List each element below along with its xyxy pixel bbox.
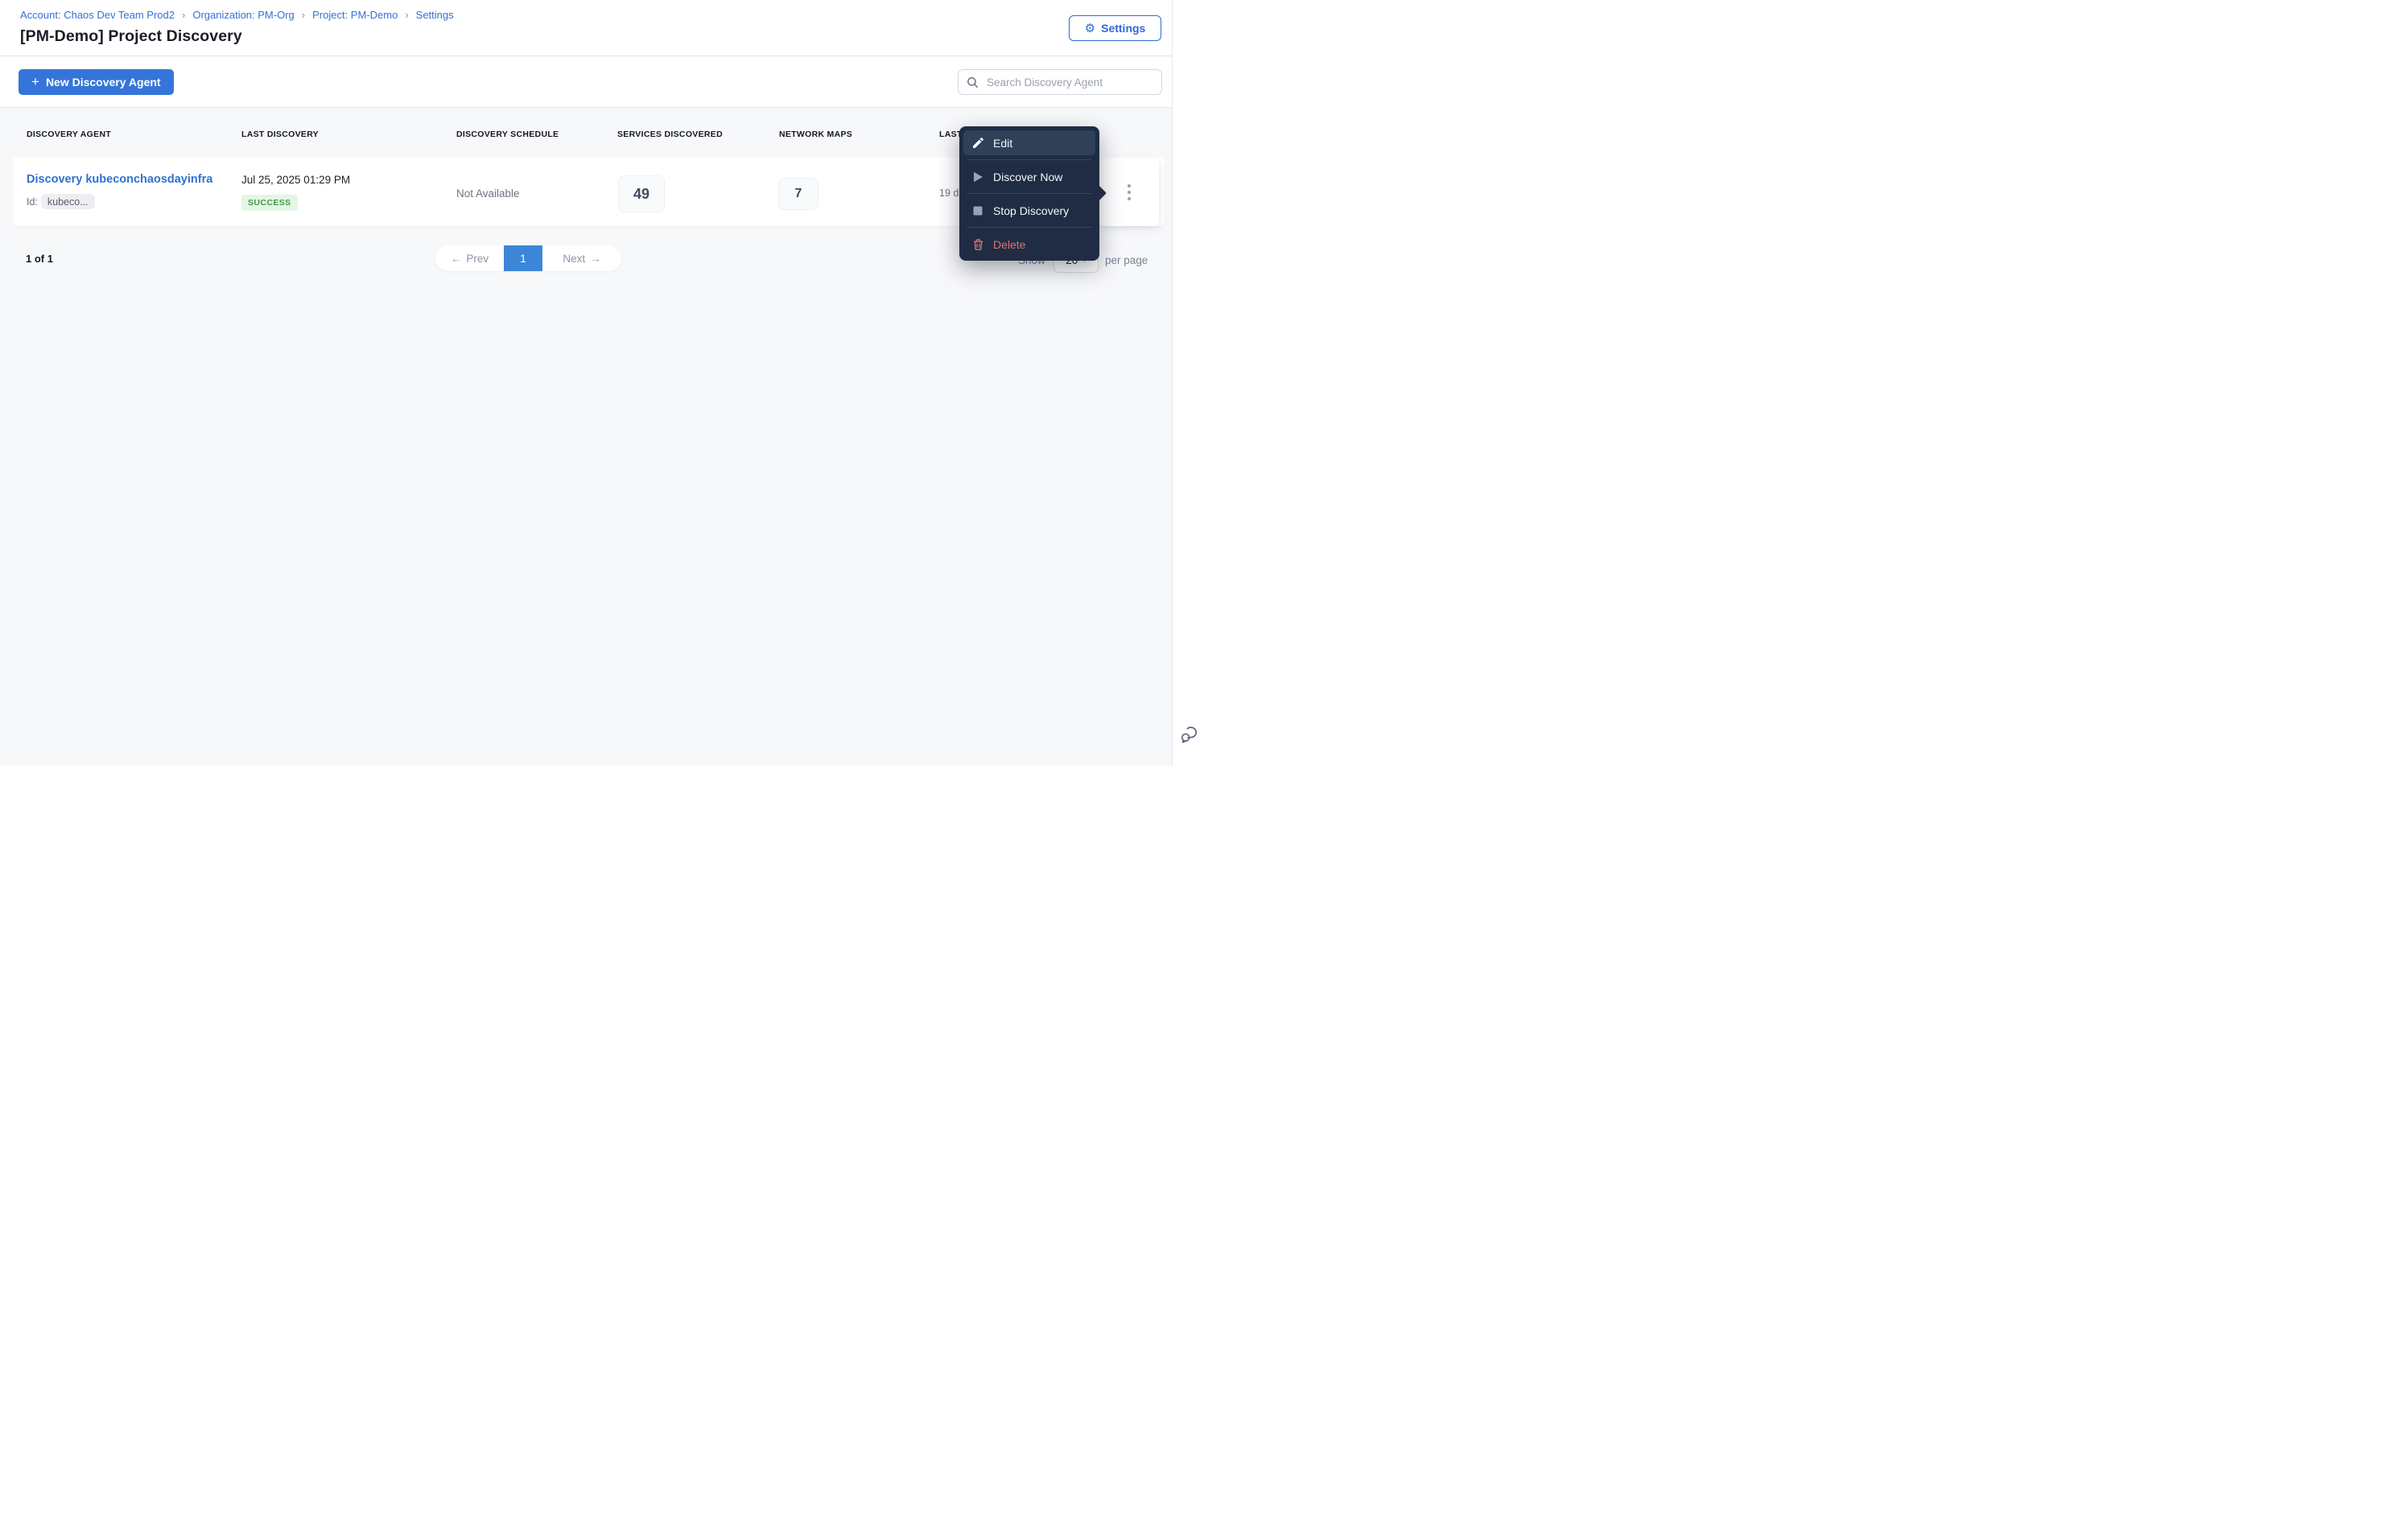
- right-side-strip: [1172, 0, 1204, 766]
- content-area: DISCOVERY AGENT LAST DISCOVERY DISCOVERY…: [0, 108, 1172, 766]
- pagination-control: ← Prev 1 Next →: [435, 245, 621, 271]
- menu-item-discover-now[interactable]: Discover Now: [963, 164, 1095, 189]
- toolbar: + New Discovery Agent: [0, 56, 1172, 108]
- last-discovery-date: Jul 25, 2025 01:29 PM: [241, 174, 351, 186]
- page-title: [PM-Demo] Project Discovery: [20, 27, 242, 45]
- network-maps-count[interactable]: 7: [778, 178, 818, 210]
- breadcrumb-separator-icon: ›: [405, 9, 409, 21]
- menu-item-stop-discovery[interactable]: Stop Discovery: [963, 198, 1095, 223]
- breadcrumb-separator-icon: ›: [181, 9, 186, 21]
- breadcrumb-project[interactable]: Project: PM-Demo: [312, 9, 398, 21]
- page-header: Account: Chaos Dev Team Prod2 › Organiza…: [0, 0, 1172, 56]
- discovery-schedule-value: Not Available: [456, 187, 520, 200]
- services-discovered-count[interactable]: 49: [618, 175, 665, 212]
- agent-id-chip[interactable]: kubeco...: [40, 194, 95, 209]
- menu-divider: [967, 227, 1091, 228]
- prev-page-button[interactable]: ← Prev: [435, 245, 504, 271]
- menu-item-delete[interactable]: Delete: [963, 232, 1095, 257]
- menu-item-delete-label: Delete: [993, 237, 1026, 251]
- plus-icon: +: [31, 74, 39, 89]
- pagination-summary: 1 of 1: [26, 253, 53, 265]
- breadcrumb-settings[interactable]: Settings: [416, 9, 454, 21]
- trash-icon: [971, 238, 984, 251]
- next-page-button[interactable]: Next →: [542, 245, 621, 271]
- menu-divider: [967, 159, 1091, 160]
- gear-icon: ⚙: [1084, 21, 1096, 35]
- agent-id-label: Id:: [27, 196, 38, 208]
- column-header-discovery-agent: DISCOVERY AGENT: [27, 130, 112, 139]
- menu-item-edit-label: Edit: [993, 136, 1013, 150]
- kebab-menu-icon: [1128, 184, 1131, 200]
- project-discovery-page: Account: Chaos Dev Team Prod2 › Organiza…: [0, 0, 1204, 766]
- per-page-label: per page: [1105, 254, 1148, 266]
- play-icon: [971, 171, 984, 183]
- next-label: Next: [563, 252, 586, 265]
- arrow-left-icon: ←: [450, 252, 462, 265]
- row-actions-button[interactable]: [1099, 159, 1159, 226]
- menu-item-edit[interactable]: Edit: [963, 130, 1095, 155]
- new-discovery-agent-label: New Discovery Agent: [45, 76, 161, 89]
- breadcrumb-account[interactable]: Account: Chaos Dev Team Prod2: [20, 9, 175, 21]
- breadcrumb-organization[interactable]: Organization: PM-Org: [192, 9, 294, 21]
- agent-id-line: Id: kubeco...: [27, 194, 95, 209]
- arrow-right-icon: →: [590, 252, 601, 265]
- agent-name-link[interactable]: Discovery kubeconchaosdayinfra: [27, 173, 212, 186]
- pencil-icon: [971, 137, 984, 150]
- new-discovery-agent-button[interactable]: + New Discovery Agent: [19, 69, 174, 95]
- search-box: [958, 69, 1162, 95]
- prev-label: Prev: [466, 252, 489, 265]
- row-context-menu: Edit Discover Now Stop Discovery Delete: [959, 126, 1107, 261]
- menu-divider: [967, 193, 1091, 194]
- settings-button[interactable]: ⚙ Settings: [1069, 15, 1161, 41]
- settings-button-label: Settings: [1101, 22, 1146, 35]
- status-badge: SUCCESS: [241, 195, 298, 211]
- menu-item-discover-now-label: Discover Now: [993, 170, 1063, 183]
- column-header-network-maps: NETWORK MAPS: [779, 130, 853, 139]
- search-input[interactable]: [985, 75, 1153, 89]
- menu-item-stop-discovery-label: Stop Discovery: [993, 204, 1070, 217]
- column-header-services-discovered: SERVICES DISCOVERED: [617, 130, 723, 139]
- stop-icon: [971, 204, 984, 217]
- breadcrumb-separator-icon: ›: [301, 9, 306, 21]
- search-icon: [967, 76, 978, 88]
- column-header-discovery-schedule: DISCOVERY SCHEDULE: [456, 130, 559, 139]
- column-header-last-discovery: LAST DISCOVERY: [241, 130, 319, 139]
- feedback-chat-icon[interactable]: [1180, 725, 1199, 744]
- breadcrumb: Account: Chaos Dev Team Prod2 › Organiza…: [20, 9, 454, 21]
- current-page-button[interactable]: 1: [504, 245, 542, 271]
